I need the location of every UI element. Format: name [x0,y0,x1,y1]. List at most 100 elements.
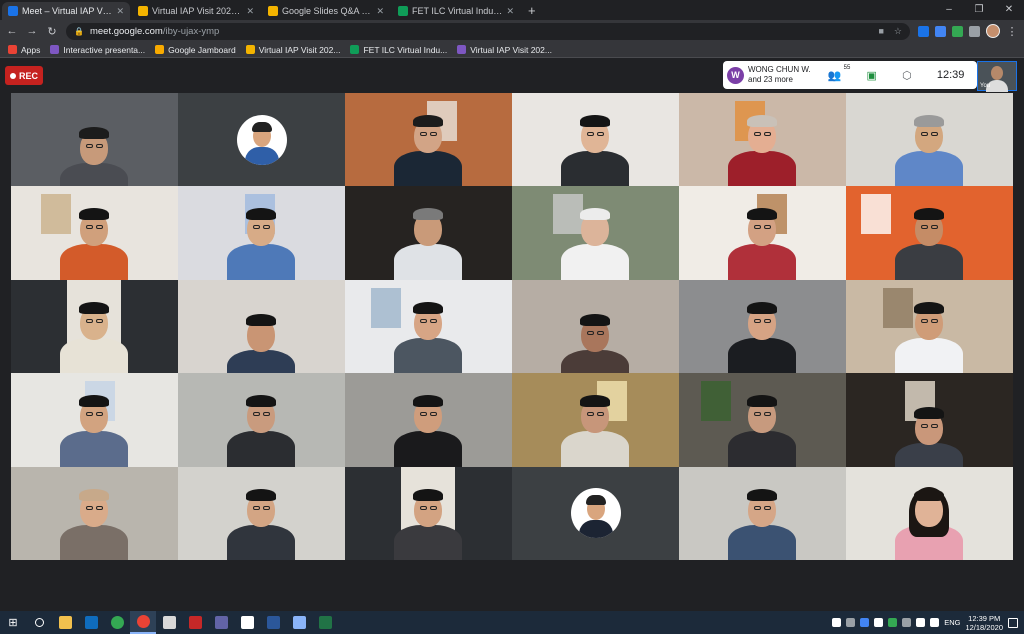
mendeley-taskbar-icon[interactable] [182,611,208,634]
windows-start-icon[interactable]: ⊞ [0,616,26,629]
glasses-icon [597,132,604,136]
outlook-tray-icon[interactable] [860,618,870,627]
profile-avatar[interactable] [986,24,1000,38]
window-controls: – ❐ ✕ [934,0,1024,20]
participant-tile[interactable] [178,466,345,560]
tab-forum[interactable]: FET ILC Virtual Industry Forum o ✕ [392,2,520,20]
minimize-button[interactable]: – [934,0,964,20]
participant-tile[interactable] [846,93,1013,187]
usb-icon[interactable] [874,618,884,627]
close-tab-icon[interactable]: ✕ [506,6,514,17]
participant-tile[interactable] [11,466,178,560]
camera-indicator-icon[interactable]: ■ [878,26,883,36]
slides-favicon-icon [138,6,148,16]
reload-icon[interactable]: ↻ [46,25,58,38]
people-button[interactable]: 👥 55 [828,65,851,82]
people-tray-icon[interactable] [832,618,842,627]
participant-tile[interactable] [345,186,512,280]
excel-taskbar-icon[interactable] [312,611,338,634]
chat-button[interactable]: ▣ [866,69,876,82]
word-taskbar-icon[interactable] [260,611,286,634]
tab-slides-qa[interactable]: Google Slides Q&A - Google Slid ✕ [262,2,390,20]
bookmark-jamboard[interactable]: Google Jamboard [155,45,236,55]
bookmark-iap-visit[interactable]: Virtual IAP Visit 202... [457,45,552,55]
chrome-active-taskbar-icon[interactable] [130,611,156,634]
participant-body [60,431,128,467]
bookmark-interactive[interactable]: Interactive presenta... [50,45,145,55]
extension-green-icon[interactable] [952,25,963,37]
onedrive-icon[interactable] [846,618,856,627]
participant-tile[interactable] [846,373,1013,467]
bookmark-iap-slides[interactable]: Virtual IAP Visit 202... [245,45,340,55]
glasses-icon [86,505,93,510]
bookmark-label: Virtual IAP Visit 202... [470,44,552,55]
extension-pen-icon[interactable] [935,25,946,37]
participant-tile[interactable] [11,279,178,374]
participant-tile[interactable] [11,186,178,280]
new-tab-button[interactable]: + [520,2,544,20]
close-tab-icon[interactable]: ✕ [376,6,384,17]
participant-tile[interactable] [679,93,846,187]
participant-tile[interactable] [512,186,679,280]
bookmark-fet-forum[interactable]: FET ILC Virtual Indu... [350,45,447,55]
outlook-taskbar-icon[interactable] [78,611,104,634]
security-icon[interactable] [888,618,898,627]
extension-shield-icon[interactable] [918,25,929,37]
snip-taskbar-icon[interactable] [234,611,260,634]
participants-presence[interactable]: W WONG CHUN W... and 23 more [723,61,815,89]
forward-arrow-icon[interactable]: → [26,25,38,37]
participant-tile[interactable] [512,373,679,467]
close-tab-icon[interactable]: ✕ [116,6,124,17]
notifications-icon[interactable] [1008,617,1018,628]
notes-taskbar-icon[interactable] [156,611,182,634]
participant-tile[interactable] [846,466,1013,560]
network-icon[interactable] [916,618,926,627]
language-indicator[interactable]: ENG [944,618,960,627]
chrome-taskbar-icon[interactable] [104,611,130,634]
menu-dots-icon[interactable]: ⋮ [1006,25,1018,38]
bookmark-star-icon[interactable]: ☆ [894,26,902,37]
restore-button[interactable]: ❐ [964,0,994,20]
participant-tile[interactable] [846,186,1013,280]
participant-tile[interactable] [512,93,679,187]
volume-icon[interactable] [930,618,940,627]
jamboard-icon [155,45,165,54]
participant-tile[interactable] [345,93,512,187]
search-taskbar-icon[interactable] [26,611,52,634]
chrome-icon [110,616,124,629]
file-explorer-icon [58,616,72,629]
file-explorer-taskbar-icon[interactable] [52,611,78,634]
tab-title: FET ILC Virtual Industry Forum o [412,6,502,16]
teams-taskbar-icon[interactable] [208,611,234,634]
tray-app-icon[interactable] [902,618,912,627]
close-window-button[interactable]: ✕ [994,0,1024,20]
glasses-icon [96,318,103,323]
address-bar[interactable]: 🔒 meet.google.com/iby-ujax-ymp ■ ☆ [66,22,910,40]
participant-tile[interactable] [178,186,345,280]
participant-tile[interactable] [11,93,178,187]
self-view-tile[interactable]: You [977,61,1017,92]
close-tab-icon[interactable]: ✕ [246,6,254,17]
participant-tile[interactable] [679,186,846,280]
participant-tile[interactable] [345,373,512,467]
activities-button[interactable]: ⬡ [902,69,912,82]
participant-tile[interactable] [512,279,679,374]
participant-tile[interactable] [679,466,846,560]
participant-tile[interactable] [11,373,178,467]
back-arrow-icon[interactable]: ← [6,25,18,37]
tray-clock[interactable]: 12:39 PM 12/18/2020 [965,614,1003,632]
notepad-taskbar-icon[interactable] [286,611,312,634]
participant-tile[interactable] [345,279,512,374]
participant-tile[interactable] [679,279,846,374]
participant-tile[interactable] [178,279,345,374]
tab-slides[interactable]: Virtual IAP Visit 2020 - Google Sl ✕ [132,2,260,20]
participant-tile[interactable] [512,466,679,560]
participant-tile[interactable] [679,373,846,467]
participant-tile[interactable] [846,279,1013,374]
bookmark-apps[interactable]: Apps [8,45,40,55]
participant-tile[interactable] [178,373,345,467]
tab-meet[interactable]: Meet – Virtual IAP Visit 2020 ✕ [2,2,130,20]
participant-tile[interactable] [345,466,512,560]
puzzle-icon[interactable] [969,25,980,37]
participant-tile[interactable] [178,93,345,187]
